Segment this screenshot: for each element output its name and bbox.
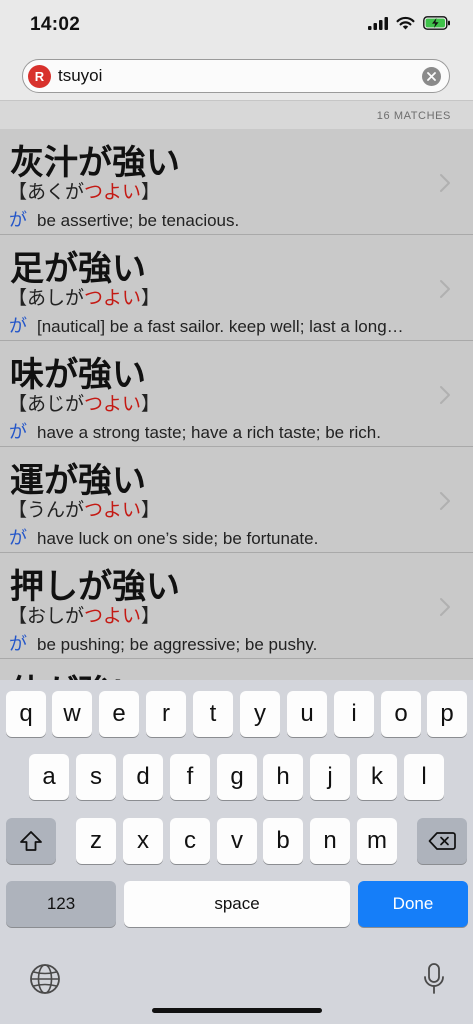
results-list[interactable]: 灰汁が強い 【あくがつよい】 が be assertive; be tenaci… (0, 129, 473, 680)
chevron-right-icon (440, 492, 450, 510)
result-row[interactable]: 足が強い 【あしがつよい】 が [nautical] be a fast sai… (0, 235, 473, 341)
key-r[interactable]: r (146, 691, 186, 737)
status-icons (368, 16, 451, 30)
result-particle: が (9, 210, 27, 231)
key-s[interactable]: s (76, 754, 116, 800)
shift-key[interactable] (6, 818, 56, 864)
result-definition: have a strong taste; have a rich taste; … (37, 423, 381, 442)
result-row[interactable]: 味が強い 【あじがつよい】 が have a strong taste; hav… (0, 341, 473, 447)
key-x[interactable]: x (123, 818, 163, 864)
key-i[interactable]: i (334, 691, 374, 737)
search-mode-badge[interactable]: R (28, 65, 51, 88)
done-button[interactable]: Done (358, 881, 468, 927)
result-definition-line: が have a strong taste; have a rich taste… (9, 418, 439, 444)
key-h[interactable]: h (263, 754, 303, 800)
key-l[interactable]: l (404, 754, 444, 800)
key-u[interactable]: u (287, 691, 327, 737)
key-m[interactable]: m (357, 818, 397, 864)
cellular-signal-icon (368, 16, 388, 30)
wifi-icon (396, 16, 415, 30)
chevron-right-icon (440, 280, 450, 298)
status-bar: 14:02 (0, 0, 473, 52)
numbers-key[interactable]: 123 (6, 881, 116, 927)
key-p[interactable]: p (427, 691, 467, 737)
key-o[interactable]: o (381, 691, 421, 737)
key-g[interactable]: g (217, 754, 257, 800)
key-y[interactable]: y (240, 691, 280, 737)
key-k[interactable]: k (357, 754, 397, 800)
status-time: 14:02 (30, 14, 81, 35)
result-definition: be assertive; be tenacious. (37, 211, 240, 230)
result-definition-line: が be pushing; be aggressive; be pushy. (9, 630, 439, 656)
key-b[interactable]: b (263, 818, 303, 864)
result-particle: が (9, 316, 27, 337)
search-area: R tsuyoi (0, 52, 473, 101)
key-a[interactable]: a (29, 754, 69, 800)
matches-bar: 16 MATCHES (0, 101, 473, 129)
result-definition: be pushing; be aggressive; be pushy. (37, 635, 318, 654)
backspace-icon (428, 832, 456, 850)
keyboard: q w e r t y u i o p a s d f g h j k l z … (0, 680, 473, 1024)
result-row[interactable]: 体が強い (0, 659, 473, 680)
delete-key[interactable] (417, 818, 467, 864)
key-z[interactable]: z (76, 818, 116, 864)
clear-search-icon[interactable] (422, 67, 441, 86)
result-definition: [nautical] be a fast sailor. keep well; … (37, 317, 404, 336)
result-definition-line: が [nautical] be a fast sailor. keep well… (9, 312, 439, 338)
key-n[interactable]: n (310, 818, 350, 864)
key-q[interactable]: q (6, 691, 46, 737)
result-row[interactable]: 灰汁が強い 【あくがつよい】 が be assertive; be tenaci… (0, 129, 473, 235)
chevron-right-icon (440, 598, 450, 616)
result-reading: 【あくがつよい】 (8, 181, 161, 203)
search-query[interactable]: tsuyoi (58, 66, 102, 86)
key-c[interactable]: c (170, 818, 210, 864)
result-headword: 体が強い (10, 665, 146, 680)
result-particle: が (9, 528, 27, 549)
chevron-right-icon (440, 386, 450, 404)
result-row[interactable]: 運が強い 【うんがつよい】 が have luck on one’s side;… (0, 447, 473, 553)
microphone-icon[interactable] (422, 962, 446, 996)
key-e[interactable]: e (99, 691, 139, 737)
chevron-right-icon (440, 174, 450, 192)
result-definition: have luck on one’s side; be fortunate. (37, 529, 319, 548)
key-v[interactable]: v (217, 818, 257, 864)
result-definition-line: が have luck on one’s side; be fortunate. (9, 524, 439, 550)
result-reading: 【あじがつよい】 (8, 393, 161, 415)
home-indicator[interactable] (152, 1008, 322, 1013)
result-definition-line: が be assertive; be tenacious. (9, 206, 439, 232)
result-row[interactable]: 押しが強い 【おしがつよい】 が be pushing; be aggressi… (0, 553, 473, 659)
match-count: 16 MATCHES (376, 110, 451, 122)
result-reading: 【うんがつよい】 (8, 499, 161, 521)
key-t[interactable]: t (193, 691, 233, 737)
battery-charging-icon (423, 16, 450, 30)
shift-icon (20, 831, 42, 851)
globe-icon[interactable] (29, 963, 61, 995)
result-particle: が (9, 422, 27, 443)
result-particle: が (9, 634, 27, 655)
key-d[interactable]: d (123, 754, 163, 800)
key-f[interactable]: f (170, 754, 210, 800)
result-reading: 【あしがつよい】 (8, 287, 161, 309)
result-reading: 【おしがつよい】 (8, 605, 161, 627)
search-input[interactable]: R tsuyoi (22, 59, 450, 93)
space-key[interactable]: space (124, 881, 350, 927)
key-w[interactable]: w (52, 691, 92, 737)
key-j[interactable]: j (310, 754, 350, 800)
